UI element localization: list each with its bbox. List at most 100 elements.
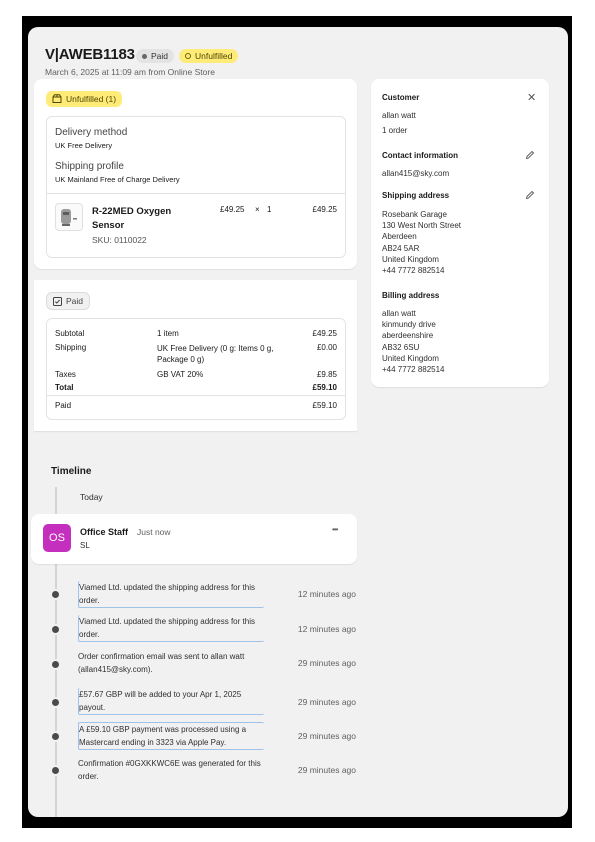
comment-text: SL xyxy=(80,541,90,550)
event-dot-icon xyxy=(50,589,61,600)
total-label: Total xyxy=(55,383,74,392)
shipping-address-heading: Shipping address xyxy=(382,191,450,200)
avatar: OS xyxy=(43,524,71,552)
shipping-line: Rosebank Garage xyxy=(382,210,447,219)
product-name[interactable]: R-22MED Oxygen Sensor xyxy=(92,205,171,233)
comment-author: Office Staff xyxy=(80,527,129,537)
payment-card: Paid Subtotal 1 item £49.25 Shipping UK … xyxy=(34,280,357,431)
subtotal-label: Subtotal xyxy=(55,329,85,338)
product-price: £49.25 xyxy=(220,205,245,214)
event-time: 29 minutes ago xyxy=(297,697,356,707)
event-dot-icon xyxy=(50,624,61,635)
billing-line: United Kingdom xyxy=(382,353,439,363)
event-time: 12 minutes ago xyxy=(297,589,356,599)
total-amount: £59.10 xyxy=(312,383,337,392)
customer-email[interactable]: allan415@sky.com xyxy=(382,169,449,178)
product-name-line1: R-22MED Oxygen xyxy=(92,206,172,217)
event-text[interactable]: Viamed Ltd. updated the shipping address… xyxy=(78,581,264,608)
times-sign: × xyxy=(255,205,260,214)
delivery-method-label: Delivery method xyxy=(55,127,128,138)
product-qty: 1 xyxy=(267,205,272,214)
shipping-address: Rosebank Garage 130 West North Street Ab… xyxy=(382,209,461,276)
edit-contact-pencil-icon[interactable] xyxy=(525,150,535,160)
billing-address: allan watt kinmundy drive aberdeenshire … xyxy=(382,308,445,375)
receipt-check-icon xyxy=(53,296,62,306)
billing-line: AB32 6SU xyxy=(382,342,420,352)
product-thumbnail[interactable] xyxy=(55,203,83,231)
taxes-amount: £9.85 xyxy=(316,370,337,379)
divider xyxy=(47,395,345,396)
taxes-detail: GB VAT 20% xyxy=(157,370,204,379)
comment-card: OS Office Staff Just now SL ••• xyxy=(31,514,357,564)
event-time: 29 minutes ago xyxy=(297,658,356,668)
order-title: V|AWEB1183 xyxy=(45,46,135,63)
unfulfilled-status: Unfulfilled (1) xyxy=(46,90,123,108)
shipping-amount: £0.00 xyxy=(316,343,337,352)
event-time: 12 minutes ago xyxy=(297,624,356,634)
billing-address-heading: Billing address xyxy=(382,291,440,300)
event-time: 29 minutes ago xyxy=(297,731,356,741)
event-dot-icon xyxy=(50,659,61,670)
shipping-line: 130 West North Street xyxy=(382,221,461,231)
event-dot-icon xyxy=(50,765,61,776)
paid-status: Paid xyxy=(46,292,91,311)
shipping-line: +44 7772 882514 xyxy=(382,266,445,276)
customer-name[interactable]: allan watt xyxy=(382,111,416,120)
delivery-method-value: UK Free Delivery xyxy=(55,141,113,150)
unfulfilled-ring-icon xyxy=(185,53,191,59)
contact-heading: Contact information xyxy=(382,151,458,160)
product-sku: SKU: 0110022 xyxy=(92,235,147,245)
divider xyxy=(47,193,345,194)
shipping-line: Aberdeen xyxy=(382,232,417,242)
event-dot-icon xyxy=(50,731,61,742)
customer-heading: Customer xyxy=(382,93,420,102)
order-page: V|AWEB1183 Paid Unfulfilled March 6, 202… xyxy=(28,27,568,817)
event-text: Confirmation #0GXKKWC6E was generated fo… xyxy=(78,759,261,781)
subtotal-amount: £49.25 xyxy=(312,329,337,338)
event-text[interactable]: £57.67 GBP will be added to your Apr 1, … xyxy=(78,688,264,715)
event-text[interactable]: A £59.10 GBP payment was processed using… xyxy=(78,722,264,750)
paid-badge-label: Paid xyxy=(151,51,169,61)
sensor-image-icon xyxy=(61,209,77,226)
comment-time: Just now xyxy=(137,527,171,537)
shipping-line: United Kingdom xyxy=(382,254,439,264)
shipping-line: AB24 5AR xyxy=(382,243,420,253)
taxes-label: Taxes xyxy=(55,370,76,379)
event-text[interactable]: Viamed Ltd. updated the shipping address… xyxy=(78,615,264,642)
subtotal-detail: 1 item xyxy=(157,329,179,338)
billing-line: kinmundy drive xyxy=(382,320,436,330)
shipping-detail: UK Free Delivery (0 g: Items 0 g, Packag… xyxy=(157,343,273,365)
customer-card: Customer ✕ allan watt 1 order Contact in… xyxy=(371,79,549,387)
edit-shipping-pencil-icon[interactable] xyxy=(525,190,535,200)
shipping-label: Shipping xyxy=(55,343,87,352)
timeline-heading: Timeline xyxy=(51,466,92,477)
shipping-profile-value: UK Mainland Free of Charge Delivery xyxy=(55,175,180,184)
billing-line: allan watt xyxy=(382,309,416,318)
more-options-icon[interactable]: ••• xyxy=(332,525,338,534)
paid-amount: £59.10 xyxy=(312,401,337,410)
fulfillment-card: Unfulfilled (1) Delivery method UK Free … xyxy=(34,79,357,269)
product-total: £49.25 xyxy=(312,205,337,214)
customer-orders[interactable]: 1 order xyxy=(382,126,407,135)
paid-status-label: Paid xyxy=(66,296,84,306)
event-time: 29 minutes ago xyxy=(297,765,356,775)
billing-line: aberdeenshire xyxy=(382,331,434,341)
package-icon xyxy=(52,94,62,103)
timeline-today: Today xyxy=(80,492,103,502)
unfulfilled-badge-label: Unfulfilled xyxy=(195,51,233,61)
paid-label: Paid xyxy=(55,401,72,410)
event-dot-icon xyxy=(50,697,61,708)
fulfillment-inner: Delivery method UK Free Delivery Shippin… xyxy=(46,116,346,258)
shipping-detail-line1: UK Free Delivery (0 g: Items 0 g, xyxy=(157,344,274,353)
unfulfilled-badge: Unfulfilled xyxy=(179,49,239,63)
billing-line: +44 7772 882514 xyxy=(382,365,445,375)
shipping-profile-label: Shipping profile xyxy=(55,161,124,172)
paid-dot-icon xyxy=(142,53,147,59)
payment-summary: Subtotal 1 item £49.25 Shipping UK Free … xyxy=(46,318,346,420)
order-subtitle: March 6, 2025 at 11:09 am from Online St… xyxy=(45,67,215,77)
paid-badge: Paid xyxy=(136,49,175,63)
shipping-detail-line2: Package 0 g) xyxy=(157,355,205,364)
event-text: Order confirmation email was sent to all… xyxy=(78,652,245,674)
product-name-line2: Sensor xyxy=(92,220,125,231)
close-icon[interactable]: ✕ xyxy=(527,91,536,104)
